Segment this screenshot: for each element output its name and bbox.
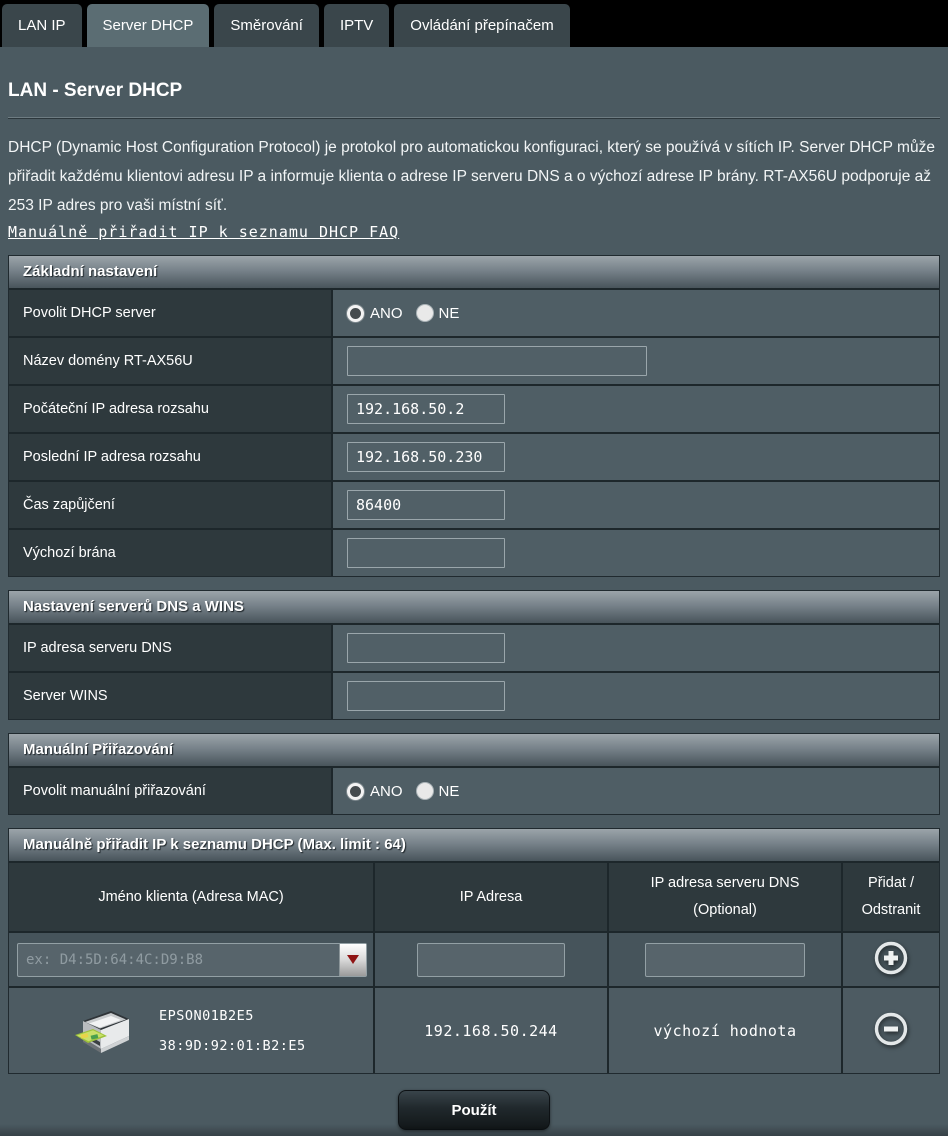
new-client-dns-cell (609, 933, 843, 986)
tab-ovladani-prepinacem[interactable]: Ovládání přepínačem (394, 4, 570, 47)
dns-wins-table: Nastavení serverů DNS a WINS IP adresa s… (8, 590, 940, 720)
dhcp-enable-no-label: NE (438, 304, 460, 322)
domain-name-input[interactable] (347, 346, 647, 376)
lease-time-value (333, 482, 939, 528)
plus-icon (874, 941, 908, 975)
add-cell (843, 933, 939, 986)
add-client-button[interactable] (873, 940, 909, 979)
client-dns-input[interactable] (645, 942, 805, 977)
tab-iptv[interactable]: IPTV (323, 4, 390, 47)
table-row: Povolit manuální přiřazování ANO NE (9, 766, 939, 814)
column-header-client-name: Jméno klienta (Adresa MAC) (9, 863, 375, 931)
client-dns: výchozí hodnota (609, 988, 843, 1073)
mac-dropdown-button[interactable] (339, 943, 366, 976)
client-text: EPSON01B2E5 38:9D:92:01:B2:E5 (159, 1001, 306, 1061)
manual-assignment-table: Manuální Přiřazování Povolit manuální př… (8, 733, 940, 815)
ip-pool-start-value (333, 386, 939, 432)
remove-cell (843, 988, 939, 1073)
domain-name-label: Název domény RT-AX56U (9, 338, 333, 384)
table-row: IP adresa serveru DNS (9, 623, 939, 671)
tab-bar: LAN IP Server DHCP Směrování IPTV Ovládá… (0, 0, 948, 47)
default-gateway-label: Výchozí brána (9, 530, 333, 576)
client-identity-cell: EPSON01B2E5 38:9D:92:01:B2:E5 (9, 988, 375, 1073)
page-content: LAN - Server DHCP DHCP (Dynamic Host Con… (0, 80, 948, 1130)
default-gateway-value (333, 530, 939, 576)
mac-combo (17, 942, 367, 977)
ip-pool-end-input[interactable] (347, 442, 505, 472)
ip-pool-start-input[interactable] (347, 394, 505, 424)
faq-link[interactable]: Manuálně přiřadit IP k seznamu DHCP FAQ (8, 223, 399, 241)
footer-shade (0, 1124, 948, 1136)
dhcp-enable-yes-label: ANO (370, 304, 403, 322)
default-gateway-input[interactable] (347, 538, 505, 568)
client-row: EPSON01B2E5 38:9D:92:01:B2:E5 192.168.50… (9, 986, 939, 1073)
chevron-down-icon (347, 955, 359, 964)
printer-icon (75, 1010, 129, 1053)
section-header-dns-wins: Nastavení serverů DNS a WINS (9, 591, 939, 623)
table-row: Výchozí brána (9, 528, 939, 576)
column-header-add-remove: Přidat / Odstranit (843, 863, 939, 931)
dhcp-enable-yes-radio[interactable] (347, 304, 364, 322)
table-row: Počáteční IP adresa rozsahu (9, 384, 939, 432)
minus-icon (874, 1012, 908, 1046)
client-mac: 38:9D:92:01:B2:E5 (159, 1037, 306, 1054)
manual-enable-no-label: NE (438, 782, 460, 800)
dhcp-list-table: Manuálně přiřadit IP k seznamu DHCP (Max… (8, 828, 940, 1074)
table-row: Čas zapůjčení (9, 480, 939, 528)
section-header-basic: Základní nastavení (9, 256, 939, 288)
manual-enable-no-radio[interactable] (416, 783, 433, 799)
new-client-mac-cell (9, 933, 375, 986)
dns-server-value (333, 625, 939, 671)
column-header-dns: IP adresa serveru DNS (Optional) (609, 863, 843, 931)
domain-name-value (333, 338, 939, 384)
tab-server-dhcp[interactable]: Server DHCP (86, 4, 210, 47)
manual-enable-yes-label: ANO (370, 782, 403, 800)
wins-server-label: Server WINS (9, 673, 333, 719)
section-header-dhcp-list: Manuálně přiřadit IP k seznamu DHCP (Max… (9, 829, 939, 861)
ip-pool-start-label: Počáteční IP adresa rozsahu (9, 386, 333, 432)
table-row: Poslední IP adresa rozsahu (9, 432, 939, 480)
section-header-manual: Manuální Přiřazování (9, 734, 939, 766)
lease-time-label: Čas zapůjčení (9, 482, 333, 528)
add-client-row (9, 931, 939, 986)
dhcp-enable-no-radio[interactable] (416, 305, 433, 321)
client-name: EPSON01B2E5 (159, 1007, 254, 1024)
manual-enable-yes-radio[interactable] (347, 782, 364, 800)
tab-smerovani[interactable]: Směrování (214, 4, 319, 47)
table-row: Název domény RT-AX56U (9, 336, 939, 384)
new-client-ip-cell (375, 933, 609, 986)
page-title: LAN - Server DHCP (8, 80, 940, 118)
client-ip: 192.168.50.244 (375, 988, 609, 1073)
column-header-ip: IP Adresa (375, 863, 609, 931)
dhcp-list-column-headers: Jméno klienta (Adresa MAC) IP Adresa IP … (9, 861, 939, 931)
wins-server-input[interactable] (347, 681, 505, 711)
basic-settings-table: Základní nastavení Povolit DHCP server A… (8, 255, 940, 577)
manual-enable-label: Povolit manuální přiřazování (9, 768, 333, 814)
manual-enable-value: ANO NE (333, 768, 939, 814)
client-mac-input[interactable] (17, 942, 367, 977)
tab-lan-ip[interactable]: LAN IP (2, 4, 82, 47)
dns-server-label: IP adresa serveru DNS (9, 625, 333, 671)
page-description: DHCP (Dynamic Host Configuration Protoco… (8, 139, 935, 214)
table-row: Server WINS (9, 671, 939, 719)
dhcp-enable-value: ANO NE (333, 290, 939, 336)
client-ip-input[interactable] (417, 942, 565, 977)
ip-pool-end-value (333, 434, 939, 480)
dns-server-input[interactable] (347, 633, 505, 663)
table-row: Povolit DHCP server ANO NE (9, 288, 939, 336)
ip-pool-end-label: Poslední IP adresa rozsahu (9, 434, 333, 480)
remove-client-button[interactable] (873, 1011, 909, 1050)
lease-time-input[interactable] (347, 490, 505, 520)
wins-server-value (333, 673, 939, 719)
dhcp-enable-label: Povolit DHCP server (9, 290, 333, 336)
